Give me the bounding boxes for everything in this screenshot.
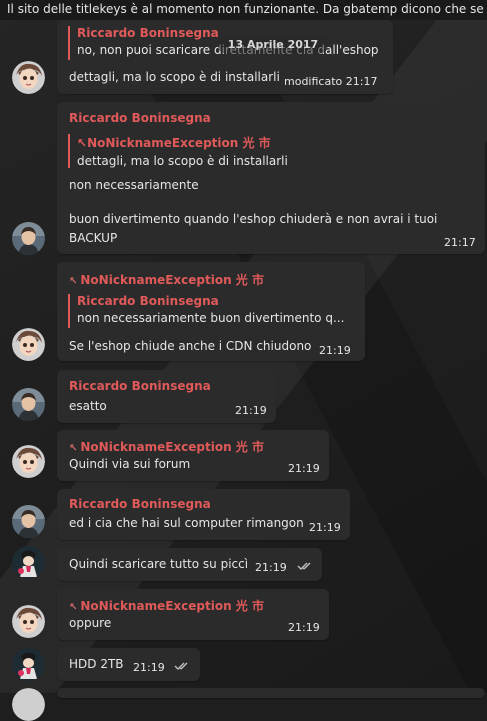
message-bubble[interactable]: Riccardo Boninsegna no, non puoi scarica… bbox=[57, 20, 393, 94]
wrench-icon: ↖ bbox=[69, 602, 78, 613]
message-text: ed i cia che hai sul computer rimangon bbox=[69, 516, 304, 530]
avatar-nonickname[interactable] bbox=[12, 605, 45, 638]
avatar-riccardo[interactable] bbox=[12, 505, 45, 538]
reply-author-name: NoNicknameException 光 市 bbox=[87, 136, 271, 150]
message-time: 21:19 bbox=[309, 521, 341, 534]
message-bubble[interactable]: Riccardo Boninsegna esatto 21:19 bbox=[57, 370, 276, 423]
avatar-riccardo[interactable] bbox=[12, 388, 45, 421]
message-author-name: NoNicknameException 光 市 bbox=[80, 273, 264, 287]
reply-quote[interactable]: ↖NoNicknameException 光 市 dettagli, ma lo… bbox=[68, 134, 288, 168]
message-author-name: NoNicknameException 光 市 bbox=[80, 599, 264, 613]
reply-text: non necessariamente buon divertimento q.… bbox=[77, 311, 345, 325]
message-text: Quindi scaricare tutto su piccì bbox=[69, 557, 249, 571]
message-author[interactable]: Riccardo Boninsegna bbox=[69, 379, 211, 393]
reply-text: dettagli, ma lo scopo è di installarli bbox=[77, 154, 288, 168]
message-author[interactable]: Riccardo Boninsegna bbox=[69, 111, 211, 125]
message-bubble[interactable]: ↖ NoNicknameException 光 市 oppure 21:19 bbox=[57, 589, 329, 640]
message-text: Se l'eshop chiude anche i CDN chiudono bbox=[69, 339, 312, 353]
wrench-icon: ↖ bbox=[77, 136, 88, 150]
avatar-nonickname[interactable] bbox=[12, 61, 45, 94]
message-author[interactable]: Riccardo Boninsegna bbox=[69, 497, 211, 511]
reply-quote[interactable]: Riccardo Boninsegna non necessariamente … bbox=[68, 294, 344, 328]
pinned-message-bar[interactable]: Il sito delle titlekeys è al momento non… bbox=[0, 0, 487, 20]
message-time: 21:19 bbox=[133, 661, 165, 674]
double-check-icon bbox=[297, 562, 311, 570]
message-text: HDD 2TB bbox=[69, 657, 124, 671]
message-text-line: BACKUP bbox=[69, 231, 118, 245]
message-text-line: non necessariamente bbox=[69, 178, 199, 192]
double-check-icon bbox=[174, 662, 188, 670]
message-author[interactable]: ↖ NoNicknameException 光 市 bbox=[69, 438, 264, 455]
wrench-icon: ↖ bbox=[69, 276, 78, 287]
message-bubble[interactable]: Riccardo Boninsegna ed i cia che hai sul… bbox=[57, 489, 350, 540]
message-author[interactable]: ↖ NoNicknameException 光 市 bbox=[69, 271, 264, 288]
message-time: 21:19 bbox=[288, 462, 320, 475]
message-text: dettagli, ma lo scopo è di installarli bbox=[69, 70, 280, 84]
message-time: 21:19 bbox=[235, 404, 267, 417]
message-time: modificato 21:17 bbox=[284, 75, 378, 88]
message-time: 21:19 bbox=[319, 344, 351, 357]
message-text: esatto bbox=[69, 399, 107, 413]
message-bubble[interactable]: ↖ NoNicknameException 光 市 Riccardo Bonins… bbox=[57, 262, 365, 361]
wrench-icon: ↖ bbox=[69, 443, 78, 454]
message-bubble[interactable]: HDD 2TB 21:19 bbox=[57, 648, 200, 681]
message-text: Quindi via sui forum bbox=[69, 457, 191, 471]
reply-author: Riccardo Boninsegna bbox=[77, 294, 219, 308]
avatar-self[interactable] bbox=[12, 648, 45, 681]
message-author[interactable]: ↖ NoNicknameException 光 市 bbox=[69, 597, 264, 614]
pinned-message-text: Il sito delle titlekeys è al momento non… bbox=[7, 2, 484, 16]
message-text-line: buon divertimento quando l'eshop chiuder… bbox=[69, 212, 438, 226]
avatar-self[interactable] bbox=[12, 546, 45, 579]
date-separator: 13 Aprile 2017 bbox=[218, 36, 328, 54]
message-text: oppure bbox=[69, 616, 112, 630]
message-time: 21:19 bbox=[255, 561, 287, 574]
avatar-riccardo[interactable] bbox=[12, 222, 45, 255]
message-bubble[interactable]: ↖ NoNicknameException 光 市 Quindi via sui … bbox=[57, 430, 329, 481]
message-bubble[interactable] bbox=[57, 688, 485, 698]
message-bubble[interactable]: Quindi scaricare tutto su piccì 21:19 bbox=[57, 548, 322, 581]
avatar-nonickname[interactable] bbox=[12, 445, 45, 478]
message-time: 21:19 bbox=[288, 621, 320, 634]
message-author-name: NoNicknameException 光 市 bbox=[80, 440, 264, 454]
reply-author: ↖NoNicknameException 光 市 bbox=[77, 134, 288, 151]
message-time: 21:17 bbox=[444, 236, 476, 249]
message-bubble[interactable]: Riccardo Boninsegna ↖NoNicknameException… bbox=[57, 102, 485, 254]
avatar-nonickname[interactable] bbox=[12, 328, 45, 361]
